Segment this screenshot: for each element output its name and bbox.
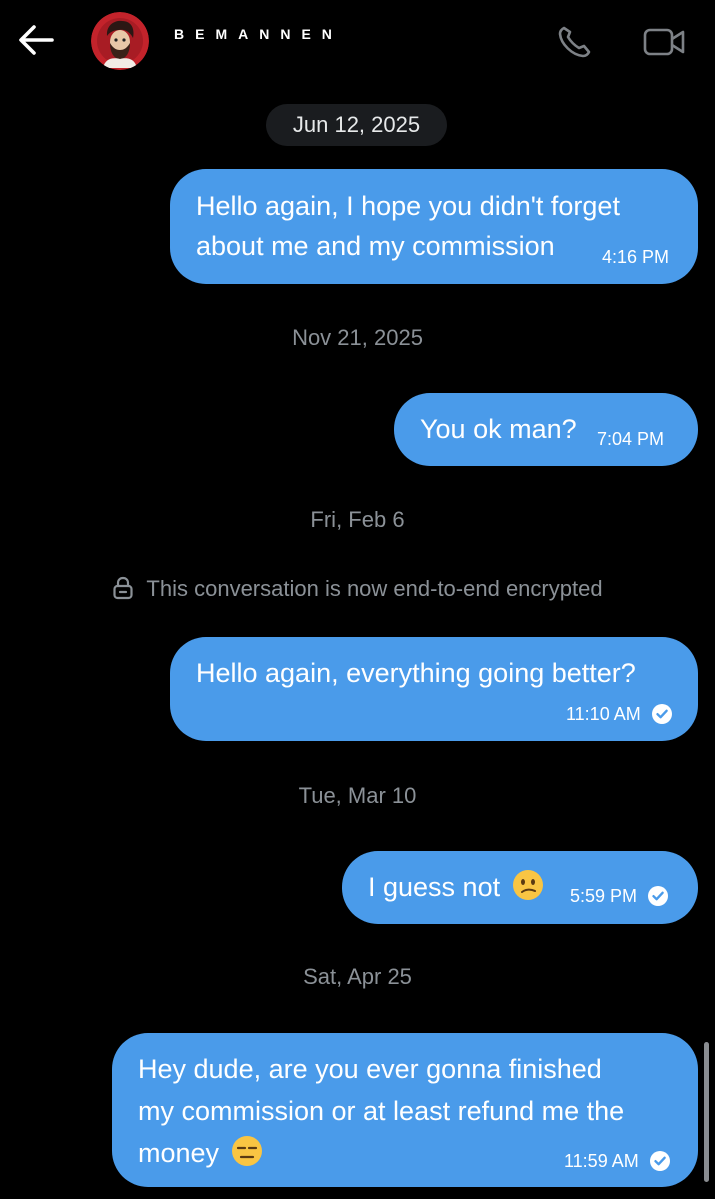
message-text: money [138, 1138, 220, 1168]
message-text: I guess not [368, 872, 501, 902]
contact-name[interactable]: BEMANNEN [174, 26, 343, 42]
message-time: 11:59 AM [564, 1151, 639, 1171]
confused-face-icon [512, 870, 543, 900]
arrow-left-icon [19, 25, 54, 55]
phone-icon [558, 26, 591, 58]
message-text-line: my commission or at least refund me the [138, 1096, 625, 1126]
message-text-line: Hey dude, are you ever gonna finished [138, 1054, 602, 1084]
message-time: 4:16 PM [602, 247, 670, 267]
read-check-icon [651, 704, 672, 724]
message-bubble[interactable]: Hey dude, are you ever gonna finished my… [112, 1033, 698, 1187]
message-text-line: about me and my commission [196, 231, 555, 261]
avatar[interactable] [91, 12, 149, 70]
back-button[interactable] [16, 22, 56, 58]
message-time: 7:04 PM [597, 429, 665, 449]
date-separator: Nov 21, 2025 [292, 325, 423, 350]
date-separator: Sat, Apr 25 [303, 964, 412, 989]
chat-header: BEMANNEN [0, 0, 715, 86]
message-text-line: Hello again, everything going better? [196, 658, 636, 688]
date-pill: Jun 12, 2025 [266, 104, 447, 146]
read-check-icon [648, 886, 669, 906]
message-text-line: Hello again, I hope you didn't forget [196, 191, 620, 221]
encryption-notice-text: This conversation is now end-to-end encr… [146, 576, 603, 601]
lock-icon [113, 576, 134, 600]
message-bubble[interactable]: Hello again, I hope you didn't forget ab… [170, 169, 698, 284]
video-camera-icon [643, 28, 685, 56]
message-text-line: I guess not [368, 866, 544, 908]
message-bubble[interactable]: I guess not 5:59 PM [342, 851, 698, 924]
message-bubble[interactable]: You ok man? 7:04 PM [394, 393, 698, 466]
message-status: 11:10 AM [566, 703, 673, 725]
video-call-button[interactable] [642, 24, 688, 60]
expressionless-face-icon [231, 1136, 262, 1166]
date-separator: Tue, Mar 10 [298, 783, 417, 808]
message-time: 11:10 AM [566, 704, 641, 724]
scrollbar[interactable] [704, 1042, 709, 1182]
date-separator: Fri, Feb 6 [310, 507, 405, 532]
message-text-line: You ok man? [420, 414, 577, 444]
call-button[interactable] [556, 24, 596, 60]
message-bubble[interactable]: Hello again, everything going better? 11… [170, 637, 698, 741]
message-text-line: money [138, 1132, 263, 1174]
read-check-icon [649, 1151, 670, 1171]
message-status: 11:59 AM [564, 1150, 671, 1172]
message-time: 5:59 PM [570, 886, 638, 906]
encryption-notice: This conversation is now end-to-end encr… [0, 574, 715, 604]
message-status: 5:59 PM [570, 885, 669, 907]
